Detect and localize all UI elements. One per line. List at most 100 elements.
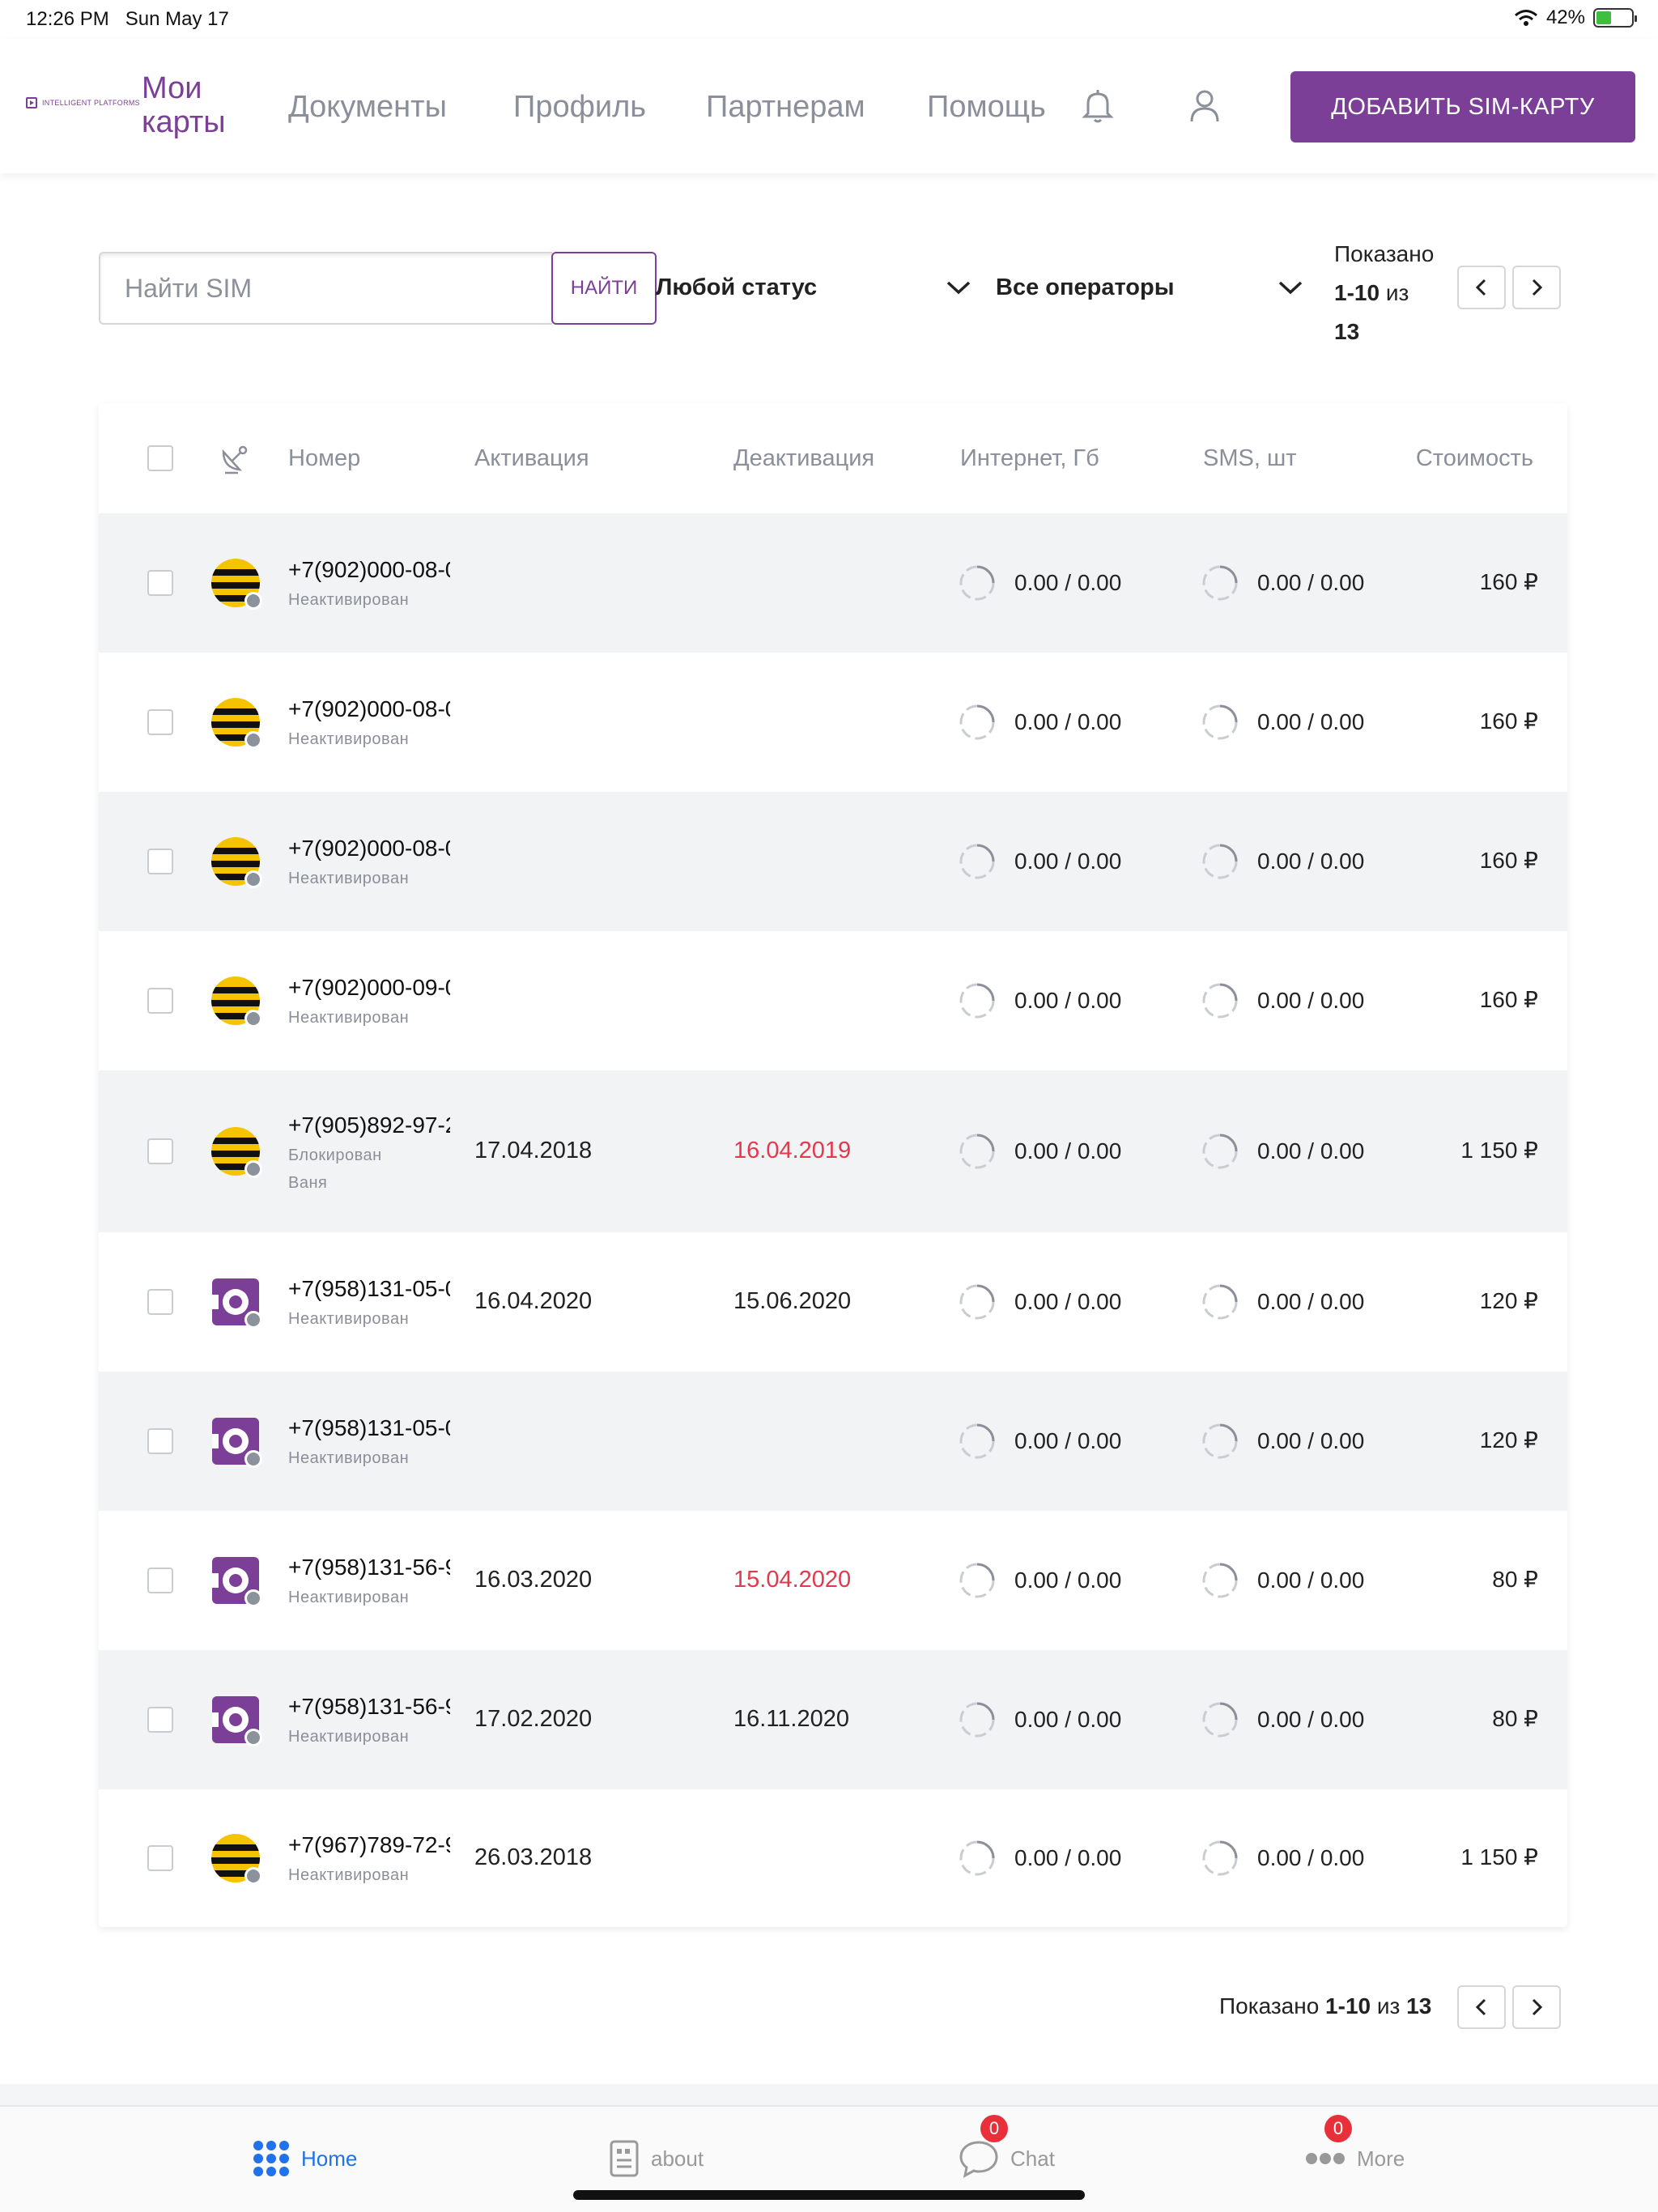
row-checkbox[interactable] — [147, 709, 173, 735]
operator-select[interactable]: Все операторы — [996, 267, 1303, 308]
status-select[interactable]: Любой статус — [656, 267, 971, 308]
internet-usage: 0.00 / 0.00 — [1014, 1138, 1122, 1163]
battery-percent: 42% — [1545, 6, 1585, 28]
sim-price: 80 ₽ — [1492, 1706, 1538, 1731]
logo[interactable]: INTELLIGENT PLATFORMS — [26, 97, 140, 108]
beeline-operator-icon — [210, 1833, 262, 1885]
nav-link-partners[interactable]: Партнерам — [706, 90, 865, 125]
table-row[interactable]: +7(902)000-09-0 Неактивирован 0.00 / 0.00 0… — [99, 931, 1567, 1070]
beeline-operator-icon — [210, 976, 262, 1027]
tab-more[interactable]: More — [1305, 2134, 1405, 2183]
status-dot-icon — [244, 1867, 262, 1885]
footer-strip — [0, 2084, 1658, 2105]
prev-page-button-top[interactable] — [1457, 266, 1506, 309]
sim-status: Неактивирован — [288, 1866, 410, 1884]
activation-date: 26.03.2018 — [474, 1844, 593, 1870]
activation-date: 16.03.2020 — [474, 1567, 593, 1593]
deactivation-date: 16.11.2020 — [733, 1706, 849, 1732]
prev-page-button-bottom[interactable] — [1457, 1985, 1506, 2029]
add-sim-button[interactable]: ДОБАВИТЬ SIM-КАРТУ — [1290, 71, 1635, 143]
select-all-checkbox[interactable] — [147, 445, 173, 471]
table-row[interactable]: +7(902)000-08-0 Неактивирован 0.00 / 0.00 0… — [99, 513, 1567, 653]
nav-link-help[interactable]: Помощь — [927, 90, 1046, 125]
status-dot-icon — [244, 1450, 262, 1468]
row-checkbox[interactable] — [147, 849, 173, 874]
column-header-number[interactable]: Номер — [288, 445, 360, 472]
table-row[interactable]: +7(958)131-56-9 Неактивирован 16.03.2020 15… — [99, 1511, 1567, 1650]
next-page-button-bottom[interactable] — [1512, 1985, 1561, 2029]
sim-number[interactable]: +7(902)000-08-0 — [288, 836, 450, 861]
page-title[interactable]: Мои карты — [142, 71, 247, 139]
sim-status: Неактивирован — [288, 1310, 410, 1328]
sim-number[interactable]: +7(902)000-08-0 — [288, 557, 450, 583]
row-checkbox[interactable] — [147, 1707, 173, 1733]
sms-usage: 0.00 / 0.00 — [1257, 1845, 1365, 1870]
grid-icon — [253, 2141, 289, 2176]
internet-progress-icon — [959, 1562, 996, 1599]
nav-link-documents[interactable]: Документы — [288, 90, 447, 125]
tab-home[interactable]: Home — [253, 2134, 357, 2183]
column-header-deactivation[interactable]: Деактивация — [733, 445, 874, 472]
sms-progress-icon — [1201, 843, 1239, 880]
sms-usage: 0.00 / 0.00 — [1257, 570, 1365, 595]
sim-number[interactable]: +7(902)000-09-0 — [288, 975, 450, 1001]
row-checkbox[interactable] — [147, 1568, 173, 1593]
table-row[interactable]: +7(958)131-05-0 Неактивирован 0.00 / 0.00 0… — [99, 1372, 1567, 1511]
row-checkbox[interactable] — [147, 1845, 173, 1871]
more-badge: 0 — [1324, 2115, 1352, 2142]
nav-link-profile[interactable]: Профиль — [513, 90, 646, 125]
sim-number[interactable]: +7(958)131-56-9 — [288, 1555, 450, 1580]
row-checkbox[interactable] — [147, 988, 173, 1014]
tab-home-label: Home — [301, 2146, 358, 2171]
sim-number[interactable]: +7(958)131-05-0 — [288, 1415, 450, 1441]
table-row[interactable]: +7(967)789-72-9 Неактивирован 26.03.2018 0.… — [99, 1789, 1567, 1927]
more-dots-icon — [1306, 2153, 1345, 2164]
sim-status: Неактивирован — [288, 870, 410, 887]
satellite-dish-icon[interactable] — [217, 440, 253, 476]
sim-number[interactable]: +7(905)892-97-2 — [288, 1112, 450, 1138]
status-dot-icon — [244, 1729, 262, 1746]
sim-price: 1 150 ₽ — [1460, 1138, 1538, 1163]
row-checkbox[interactable] — [147, 570, 173, 596]
row-checkbox[interactable] — [147, 1428, 173, 1454]
sim-number[interactable]: +7(967)789-72-9 — [288, 1832, 450, 1858]
search-input[interactable] — [99, 252, 552, 325]
table-row[interactable]: +7(958)131-56-9 Неактивирован 17.02.2020 16… — [99, 1650, 1567, 1789]
sim-number[interactable]: +7(902)000-08-0 — [288, 696, 450, 722]
sim-status: Неактивирован — [288, 1009, 410, 1027]
table-row[interactable]: +7(902)000-08-0 Неактивирован 0.00 / 0.00 0… — [99, 653, 1567, 792]
internet-progress-icon — [959, 843, 996, 880]
table-row[interactable]: +7(902)000-08-0 Неактивирован 0.00 / 0.00 0… — [99, 792, 1567, 931]
sim-status: Неактивирован — [288, 730, 410, 748]
tab-about[interactable]: about — [609, 2134, 704, 2183]
sim-price: 160 ₽ — [1479, 708, 1538, 734]
row-checkbox[interactable] — [147, 1289, 173, 1315]
column-header-cost[interactable]: Стоимость — [1416, 445, 1533, 472]
bell-icon[interactable] — [1077, 84, 1119, 126]
status-dot-icon — [244, 870, 262, 888]
sms-usage: 0.00 / 0.00 — [1257, 1289, 1365, 1314]
sms-progress-icon — [1201, 1283, 1239, 1321]
sms-progress-icon — [1201, 1562, 1239, 1599]
sms-progress-icon — [1201, 1423, 1239, 1460]
top-navigation: INTELLIGENT PLATFORMS Мои карты Документ… — [0, 39, 1658, 173]
table-header: Номер Активация Деактивация Интернет, Гб… — [99, 403, 1567, 513]
internet-usage: 0.00 / 0.00 — [1014, 849, 1122, 874]
row-checkbox[interactable] — [147, 1138, 173, 1164]
column-header-activation[interactable]: Активация — [474, 445, 589, 472]
search-button[interactable]: НАЙТИ — [551, 252, 657, 325]
tab-chat[interactable]: Chat — [959, 2134, 1055, 2183]
sim-number[interactable]: +7(958)131-05-0 — [288, 1276, 450, 1302]
next-page-button-top[interactable] — [1512, 266, 1561, 309]
sim-number[interactable]: +7(958)131-56-9 — [288, 1694, 450, 1720]
sms-usage: 0.00 / 0.00 — [1257, 849, 1365, 874]
chat-badge: 0 — [980, 2115, 1008, 2142]
table-row[interactable]: +7(905)892-97-2 Блокирован Ваня 17.04.2018 1… — [99, 1070, 1567, 1232]
tab-chat-label: Chat — [1010, 2146, 1055, 2171]
column-header-internet[interactable]: Интернет, Гб — [960, 445, 1099, 472]
document-icon — [610, 2140, 639, 2177]
beeline-operator-icon — [210, 558, 262, 610]
user-icon[interactable] — [1184, 84, 1226, 126]
table-row[interactable]: +7(958)131-05-0 Неактивирован 16.04.2020 15… — [99, 1232, 1567, 1372]
column-header-sms[interactable]: SMS, шт — [1203, 445, 1297, 472]
